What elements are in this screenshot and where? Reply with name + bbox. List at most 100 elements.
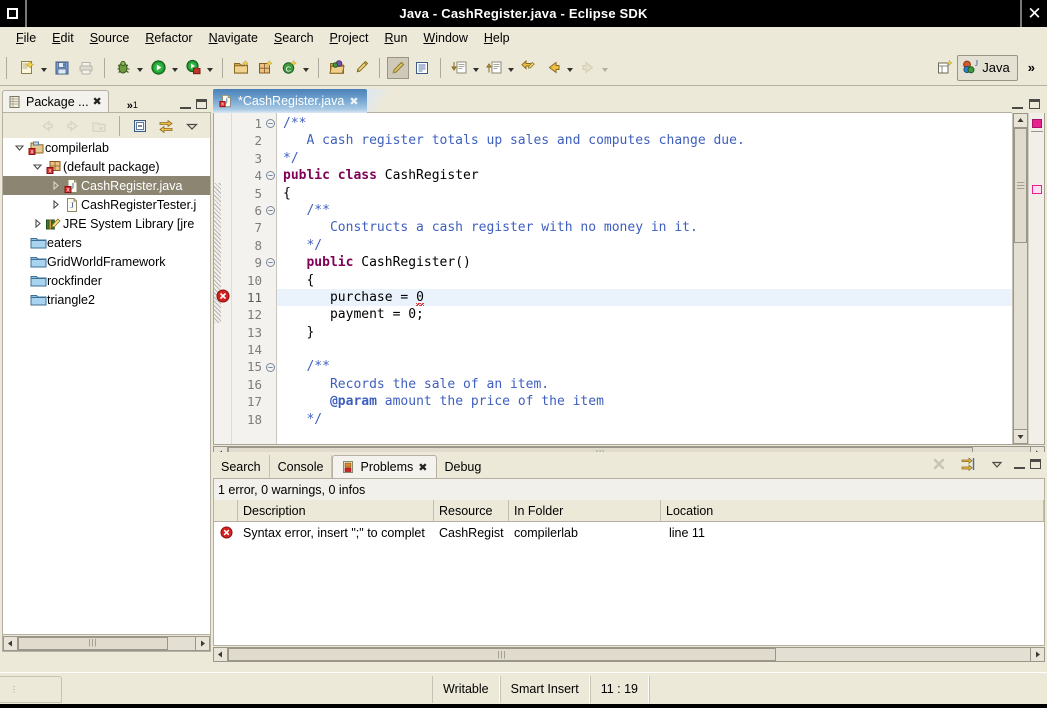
debug-dropdown-icon[interactable]	[135, 57, 144, 79]
editor-folding-column[interactable]	[265, 113, 277, 444]
column-header-in-folder[interactable]: In Folder	[509, 500, 661, 521]
new-class-icon[interactable]: C	[278, 57, 300, 79]
tree-item-cashregistertester-java[interactable]: J CashRegisterTester.j	[3, 195, 210, 214]
expand-twisty-right-icon[interactable]	[47, 199, 63, 210]
open-type-icon[interactable]	[326, 57, 348, 79]
fold-collapse-icon[interactable]	[265, 202, 276, 219]
view-menu-icon[interactable]	[181, 115, 203, 137]
vscroll-thumb[interactable]: |||	[1014, 128, 1027, 243]
column-header-description[interactable]: Description	[238, 500, 434, 521]
expand-twisty-down-icon[interactable]	[29, 161, 45, 172]
external-tools-dropdown-icon[interactable]	[205, 57, 214, 79]
next-annotation-dropdown-icon[interactable]	[471, 57, 480, 79]
forward-dropdown-icon[interactable]	[600, 57, 609, 79]
package-explorer-tree[interactable]: x compilerlab x (defaul	[2, 138, 211, 635]
tab-cashregister-java[interactable]: J x *CashRegister.java ✖	[213, 89, 367, 113]
column-header-location[interactable]: Location	[661, 500, 1044, 521]
editor-overview-ruler[interactable]	[1028, 113, 1044, 444]
debug-icon[interactable]	[112, 57, 134, 79]
code-line[interactable]	[277, 341, 1012, 358]
delete-icon[interactable]	[928, 453, 950, 475]
close-icon[interactable]: ✖	[418, 461, 427, 474]
next-annotation-icon[interactable]	[448, 57, 470, 79]
expand-twisty-down-icon[interactable]	[11, 142, 27, 153]
status-resize-grip[interactable]: ⋮	[0, 676, 62, 703]
external-tools-icon[interactable]	[182, 57, 204, 79]
run-icon[interactable]	[147, 57, 169, 79]
new-java-project-icon[interactable]	[230, 57, 252, 79]
menu-file[interactable]: File	[8, 29, 44, 47]
maximize-icon[interactable]	[196, 99, 207, 109]
new-package-icon[interactable]	[254, 57, 276, 79]
close-icon[interactable]: ✖	[93, 95, 102, 108]
menu-source[interactable]: Source	[82, 29, 138, 47]
show-whitespace-icon[interactable]	[411, 57, 433, 79]
tree-item-cashregister-java[interactable]: J x CashRegister.java	[3, 176, 210, 195]
code-line[interactable]: }	[277, 324, 1012, 341]
code-line[interactable]: payment = 0;	[277, 306, 1012, 323]
minimize-icon[interactable]	[1012, 100, 1023, 109]
minimize-icon[interactable]	[180, 100, 191, 109]
save-icon[interactable]	[51, 57, 73, 79]
link-with-editor-icon[interactable]	[155, 115, 177, 137]
table-row[interactable]: Syntax error, insert ";" to complet Cash…	[214, 522, 1044, 543]
menu-search[interactable]: Search	[266, 29, 322, 47]
editor-text-area[interactable]: /** A cash register totals up sales and …	[277, 113, 1012, 444]
code-line[interactable]: {	[277, 272, 1012, 289]
vscroll-track[interactable]: |||	[1013, 128, 1028, 429]
menu-window[interactable]: Window	[415, 29, 475, 47]
overview-marker-error[interactable]	[1032, 119, 1042, 128]
code-line[interactable]: /**	[277, 115, 1012, 132]
maximize-icon[interactable]	[1030, 459, 1041, 469]
column-header-icon[interactable]	[214, 500, 238, 521]
tab-debug[interactable]: Debug	[437, 455, 490, 478]
expand-twisty-right-icon[interactable]	[47, 180, 63, 191]
last-edit-location-icon[interactable]	[518, 57, 540, 79]
scroll-up-icon[interactable]	[1013, 113, 1028, 128]
maximize-icon[interactable]	[1029, 99, 1040, 109]
tree-item-eaters[interactable]: eaters	[3, 233, 210, 252]
code-line[interactable]: */	[277, 411, 1012, 428]
tree-item-rockfinder[interactable]: rockfinder	[3, 271, 210, 290]
menu-navigate[interactable]: Navigate	[201, 29, 266, 47]
search-icon[interactable]	[350, 57, 372, 79]
code-line[interactable]: /**	[277, 202, 1012, 219]
hscroll-thumb[interactable]: |||	[18, 637, 168, 650]
back-icon[interactable]	[36, 115, 58, 137]
new-wizard-dropdown-icon[interactable]	[39, 57, 48, 79]
fold-collapse-icon[interactable]	[265, 167, 276, 184]
code-line[interactable]: Records the sale of an item.	[277, 376, 1012, 393]
tree-item-default-package[interactable]: x (default package)	[3, 157, 210, 176]
close-icon[interactable]: ✕	[1020, 0, 1047, 27]
menu-help[interactable]: Help	[476, 29, 518, 47]
tree-item-gridworldframework[interactable]: GridWorldFramework	[3, 252, 210, 271]
new-class-dropdown-icon[interactable]	[301, 57, 310, 79]
scroll-right-icon[interactable]	[1030, 647, 1045, 662]
tab-package-explorer[interactable]: Package ... ✖	[2, 90, 109, 112]
scroll-left-icon[interactable]	[3, 636, 18, 651]
toggle-mark-occurrences-icon[interactable]	[387, 57, 409, 79]
hscroll-thumb[interactable]: |||	[228, 648, 776, 661]
view-menu-icon[interactable]	[986, 453, 1008, 475]
previous-annotation-icon[interactable]	[483, 57, 505, 79]
code-line[interactable]: public CashRegister()	[277, 254, 1012, 271]
tree-item-compilerlab[interactable]: x compilerlab	[3, 138, 210, 157]
code-line[interactable]: @param amount the price of the item	[277, 393, 1012, 410]
fold-collapse-icon[interactable]	[265, 254, 276, 271]
tab-console[interactable]: Console	[270, 455, 333, 478]
scroll-right-icon[interactable]	[195, 636, 210, 651]
menu-project[interactable]: Project	[322, 29, 377, 47]
run-dropdown-icon[interactable]	[170, 57, 179, 79]
error-marker-icon[interactable]	[216, 289, 230, 306]
expand-twisty-right-icon[interactable]	[29, 218, 45, 229]
editor-vscrollbar[interactable]: |||	[1012, 113, 1028, 444]
view-overflow-indicator[interactable]: »1	[127, 98, 138, 112]
hscroll-track[interactable]: |||	[228, 647, 1030, 662]
menu-run[interactable]: Run	[376, 29, 415, 47]
tab-problems[interactable]: Problems ✖	[332, 455, 436, 478]
tree-item-jre-system-library[interactable]: JRE System Library [jre	[3, 214, 210, 233]
code-line[interactable]: public class CashRegister	[277, 167, 1012, 184]
overview-marker-occurrence[interactable]	[1032, 185, 1042, 194]
menu-refactor[interactable]: Refactor	[137, 29, 200, 47]
back-icon[interactable]	[542, 57, 564, 79]
